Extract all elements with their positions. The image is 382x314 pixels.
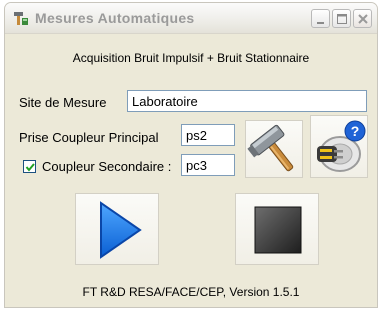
close-button[interactable] xyxy=(353,9,372,28)
hammer-icon xyxy=(247,124,294,172)
stop-button[interactable] xyxy=(235,193,319,265)
site-field[interactable] xyxy=(127,90,367,112)
secondaire-field[interactable] xyxy=(181,154,235,176)
maximize-button[interactable] xyxy=(332,9,351,28)
acquisition-header: Acquisition Bruit Impulsif + Bruit Stati… xyxy=(72,51,310,65)
stop-icon xyxy=(254,206,302,254)
secondaire-checkbox[interactable] xyxy=(23,160,36,173)
title-bar[interactable]: Mesures Automatiques xyxy=(5,3,377,34)
svg-text:?: ? xyxy=(351,123,360,139)
checkmark-icon xyxy=(25,163,35,172)
site-label: Site de Mesure xyxy=(19,95,107,110)
hammer-app-icon xyxy=(14,12,28,25)
secondaire-label: Coupleur Secondaire : xyxy=(42,159,172,174)
main-window: Mesures Automatiques Acquisition Bruit I… xyxy=(4,2,378,308)
plug-help-icon: ? xyxy=(317,120,366,172)
principal-label: Prise Coupleur Principal xyxy=(19,130,159,145)
plug-help-button[interactable]: ? xyxy=(310,115,368,178)
minimize-button[interactable] xyxy=(311,9,330,28)
maximize-icon xyxy=(337,14,347,24)
principal-field[interactable] xyxy=(181,124,235,146)
play-icon xyxy=(100,201,142,259)
close-icon xyxy=(358,14,368,24)
minimize-icon xyxy=(317,22,324,24)
start-button[interactable] xyxy=(75,193,159,265)
window-title: Mesures Automatiques xyxy=(35,10,195,26)
version-label: FT R&D RESA/FACE/CEP, Version 1.5.1 xyxy=(82,285,300,299)
settings-button[interactable] xyxy=(245,120,303,178)
